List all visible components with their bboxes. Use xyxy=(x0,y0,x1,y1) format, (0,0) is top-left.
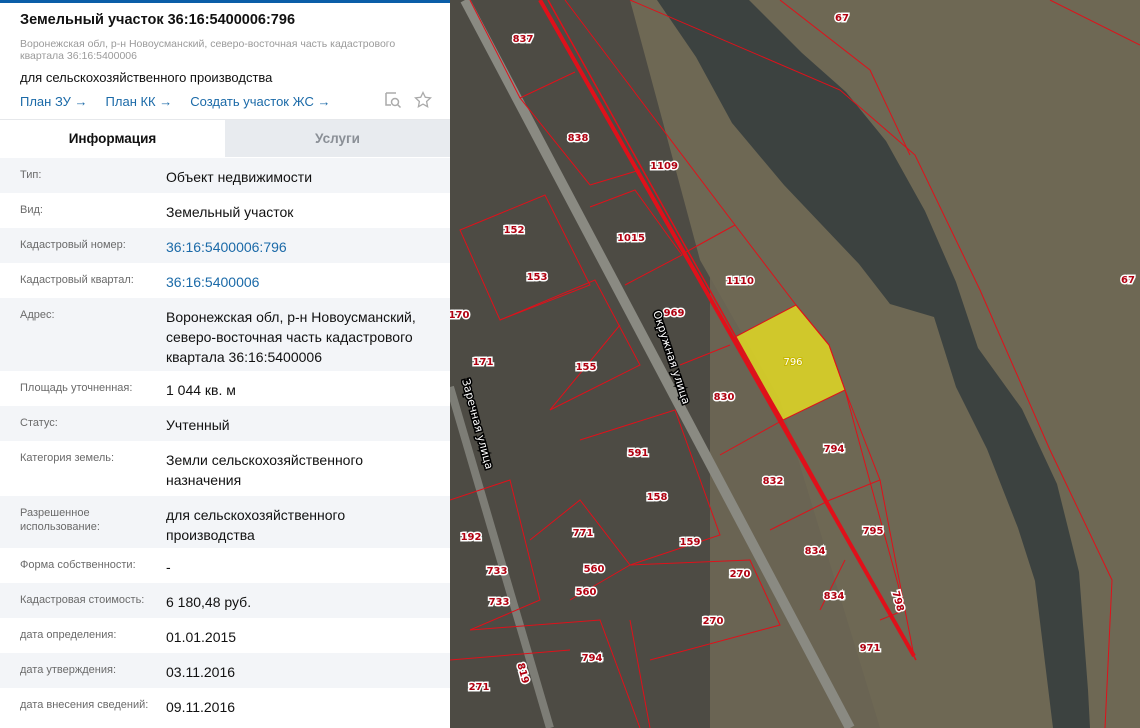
info-row: дата утверждения: 03.11.2016 xyxy=(0,653,450,688)
info-row: Площадь уточненная: 1 044 кв. м xyxy=(0,371,450,406)
parcel-label[interactable]: 152 xyxy=(502,224,526,238)
info-row: Кадастровый квартал: 36:16:5400006 xyxy=(0,263,450,298)
parcel-label[interactable]: 171 xyxy=(471,356,495,370)
parcel-label[interactable]: 830 xyxy=(712,391,736,405)
map-view[interactable]: 837 838 1109 152 1015 153 1110 170 969 796 171 155 8… xyxy=(450,0,1140,728)
row-value: 09.11.2016 xyxy=(166,699,236,715)
info-row: Категория земель: Земли сельскохозяйствен… xyxy=(0,441,450,496)
row-value: 03.11.2016 xyxy=(166,664,236,680)
parcel-label[interactable]: 733 xyxy=(485,565,509,579)
row-label: Тип: xyxy=(20,169,42,181)
row-label: Форма собственности: xyxy=(20,559,136,571)
parcel-label[interactable]: 67 xyxy=(834,12,851,26)
row-value: 6 180,48 руб. xyxy=(166,594,252,610)
tab-services[interactable]: Услуги xyxy=(225,120,450,157)
row-label: Кадастровый номер: xyxy=(20,239,126,251)
favorite-star-icon[interactable] xyxy=(414,91,432,109)
info-row: Адрес: Воронежская обл, р-н Новоусманский… xyxy=(0,298,450,371)
action-links: План ЗУ → План КК → Создать участок ЖС → xyxy=(20,94,330,109)
cadastral-map[interactable]: 837 838 1109 152 1015 153 1110 170 969 796 171 155 8… xyxy=(450,0,1140,728)
parcel-label[interactable]: 834 xyxy=(822,590,846,604)
parcel-address: Воронежская обл, р-н Новоусманский, севе… xyxy=(20,38,396,62)
row-label: дата утверждения: xyxy=(20,664,117,676)
row-value: Земельный участок xyxy=(166,204,294,220)
row-label: Разрешенное использование: xyxy=(20,507,100,533)
info-row: Кадастровая стоимость: 6 180,48 руб. xyxy=(0,583,450,618)
parcel-label[interactable]: 1110 xyxy=(725,275,756,289)
row-label: Кадастровая стоимость: xyxy=(20,594,145,606)
row-label: Площадь уточненная: xyxy=(20,382,133,394)
parcel-label[interactable]: 834 xyxy=(803,545,827,559)
row-value: Учтенный xyxy=(166,417,230,433)
row-label: Категория земель: xyxy=(20,452,115,464)
parcel-label[interactable]: 832 xyxy=(761,475,785,489)
parcel-label[interactable]: 796 xyxy=(782,356,803,369)
row-label: Статус: xyxy=(20,417,58,429)
info-row: Статус: Учтенный xyxy=(0,406,450,441)
parcel-label[interactable]: 733 xyxy=(487,596,511,610)
row-value: Земли сельскохозяйственного назначения xyxy=(166,452,364,488)
parcel-label[interactable]: 1109 xyxy=(649,160,680,174)
search-on-map-icon[interactable] xyxy=(384,91,402,109)
parcel-label[interactable]: 170 xyxy=(450,309,471,323)
plan-kk-link[interactable]: План КК → xyxy=(106,94,173,109)
parcel-label[interactable]: 67 xyxy=(1120,274,1137,288)
info-panel: Земельный участок 36:16:5400006:796 Воро… xyxy=(0,0,450,728)
parcel-label[interactable]: 591 xyxy=(626,447,650,461)
parcel-label[interactable]: 838 xyxy=(566,132,590,146)
parcel-label[interactable]: 271 xyxy=(467,681,491,695)
info-row: Тип: Объект недвижимости xyxy=(0,158,450,193)
info-row: Форма собственности: - xyxy=(0,548,450,583)
parcel-label[interactable]: 794 xyxy=(580,652,604,666)
parcel-label[interactable]: 270 xyxy=(701,615,725,629)
row-label: дата внесения сведений: xyxy=(20,699,149,711)
info-row: дата внесения сведений: 09.11.2016 xyxy=(0,688,450,723)
parcel-label[interactable]: 969 xyxy=(662,307,686,321)
parcel-label[interactable]: 971 xyxy=(858,642,882,656)
row-value: 1 044 кв. м xyxy=(166,382,236,398)
parcel-label[interactable]: 794 xyxy=(822,443,846,457)
row-value: Воронежская обл, р-н Новоусманский, севе… xyxy=(166,309,416,365)
parcel-label[interactable]: 155 xyxy=(574,361,598,375)
row-value: - xyxy=(166,559,171,575)
row-value-link[interactable]: 36:16:5400006:796 xyxy=(166,237,436,263)
parcel-label[interactable]: 795 xyxy=(861,525,885,539)
parcel-label[interactable]: 1015 xyxy=(616,232,647,246)
create-parcel-link[interactable]: Создать участок ЖС → xyxy=(190,94,330,109)
info-table: Тип: Объект недвижимости Вид: Земельный уча… xyxy=(0,158,450,723)
info-row: дата определения: 01.01.2015 xyxy=(0,618,450,653)
row-label: Вид: xyxy=(20,204,43,216)
row-label: Адрес: xyxy=(20,309,55,321)
parcel-label[interactable]: 270 xyxy=(728,568,752,582)
row-value: Объект недвижимости xyxy=(166,169,313,185)
parcel-purpose: для сельскохозяйственного производства xyxy=(20,70,273,85)
parcel-title: Земельный участок 36:16:5400006:796 xyxy=(20,12,296,28)
info-row: Вид: Земельный участок xyxy=(0,193,450,228)
plan-zu-link[interactable]: План ЗУ → xyxy=(20,94,88,109)
parcel-label[interactable]: 159 xyxy=(678,536,702,550)
parcel-label[interactable]: 771 xyxy=(571,527,595,541)
parcel-label[interactable]: 560 xyxy=(582,563,606,577)
tabs: Информация Услуги xyxy=(0,119,450,157)
row-label: Кадастровый квартал: xyxy=(20,274,134,286)
parcel-label[interactable]: 158 xyxy=(645,491,669,505)
parcel-label[interactable]: 192 xyxy=(459,531,483,545)
parcel-label[interactable]: 560 xyxy=(574,586,598,600)
row-label: дата определения: xyxy=(20,629,117,641)
info-row: Разрешенное использование: для сельскохоз… xyxy=(0,496,450,548)
row-value: для сельскохозяйственного производства xyxy=(166,507,346,543)
tab-information[interactable]: Информация xyxy=(0,120,225,157)
parcel-label[interactable]: 837 xyxy=(511,33,535,47)
row-value-link[interactable]: 36:16:5400006 xyxy=(166,272,436,298)
row-value: 01.01.2015 xyxy=(166,629,237,645)
info-row: Кадастровый номер: 36:16:5400006:796 xyxy=(0,228,450,263)
parcel-label[interactable]: 153 xyxy=(525,271,549,285)
